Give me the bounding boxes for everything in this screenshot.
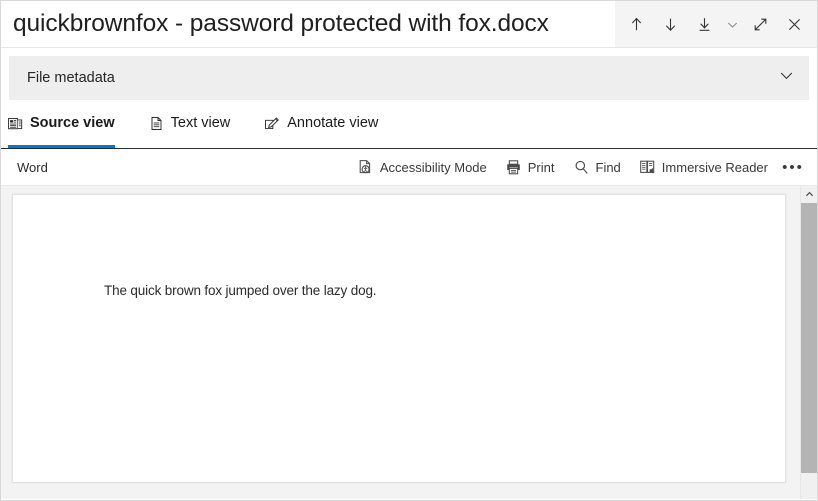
printer-icon	[505, 159, 522, 176]
download-options-button[interactable]	[721, 4, 743, 44]
scroll-up-arrow-icon[interactable]	[801, 186, 817, 203]
accessibility-mode-label: Accessibility Mode	[379, 159, 487, 175]
chevron-down-icon[interactable]	[778, 67, 795, 89]
download-button[interactable]	[687, 4, 721, 44]
search-icon	[573, 159, 590, 176]
document-area: The quick brown fox jumped over the lazy…	[1, 186, 817, 499]
immersive-reader-button[interactable]: Immersive Reader	[630, 152, 777, 182]
file-metadata-panel[interactable]: File metadata	[9, 56, 809, 100]
accessibility-mode-button[interactable]: Accessibility Mode	[348, 152, 496, 182]
tab-text-view[interactable]: Text view	[149, 107, 243, 148]
scrollbar-track[interactable]	[801, 473, 817, 499]
scrollbar-thumb[interactable]	[801, 203, 817, 473]
viewer-toolbar: Word Accessibility Mode Print Find Immer…	[1, 149, 817, 186]
tab-source-view[interactable]: Source view	[8, 107, 127, 148]
tab-annotate-view-label: Annotate view	[287, 115, 379, 131]
toolbar-overflow-button[interactable]: •••	[777, 152, 809, 182]
window-title: quickbrownfox - password protected with …	[13, 9, 549, 37]
next-match-button[interactable]	[653, 4, 687, 44]
vertical-scrollbar[interactable]	[800, 186, 817, 499]
find-label: Find	[595, 159, 621, 175]
viewer-app-name: Word	[17, 159, 48, 175]
title-bar-actions	[615, 1, 817, 47]
previous-match-button[interactable]	[619, 4, 653, 44]
find-button[interactable]: Find	[564, 152, 630, 182]
annotate-view-icon	[264, 116, 280, 139]
title-bar: quickbrownfox - password protected with …	[1, 1, 817, 48]
text-view-icon	[149, 116, 164, 139]
print-label: Print	[527, 159, 555, 175]
file-metadata-label: File metadata	[27, 70, 115, 86]
close-button[interactable]	[777, 4, 811, 44]
view-tabs: Source view Text view Annotate view	[1, 107, 817, 149]
document-viewer-window: quickbrownfox - password protected with …	[0, 0, 818, 501]
document-body-text: The quick brown fox jumped over the lazy…	[104, 283, 377, 298]
tab-annotate-view[interactable]: Annotate view	[264, 107, 390, 148]
tab-source-view-label: Source view	[30, 115, 115, 131]
source-view-icon	[8, 116, 23, 139]
immersive-reader-label: Immersive Reader	[661, 159, 768, 175]
accessibility-mode-icon	[357, 159, 374, 176]
document-page: The quick brown fox jumped over the lazy…	[12, 194, 786, 483]
print-button[interactable]: Print	[496, 152, 564, 182]
tab-text-view-label: Text view	[170, 115, 231, 131]
immersive-reader-icon	[639, 159, 656, 176]
expand-button[interactable]	[743, 4, 777, 44]
